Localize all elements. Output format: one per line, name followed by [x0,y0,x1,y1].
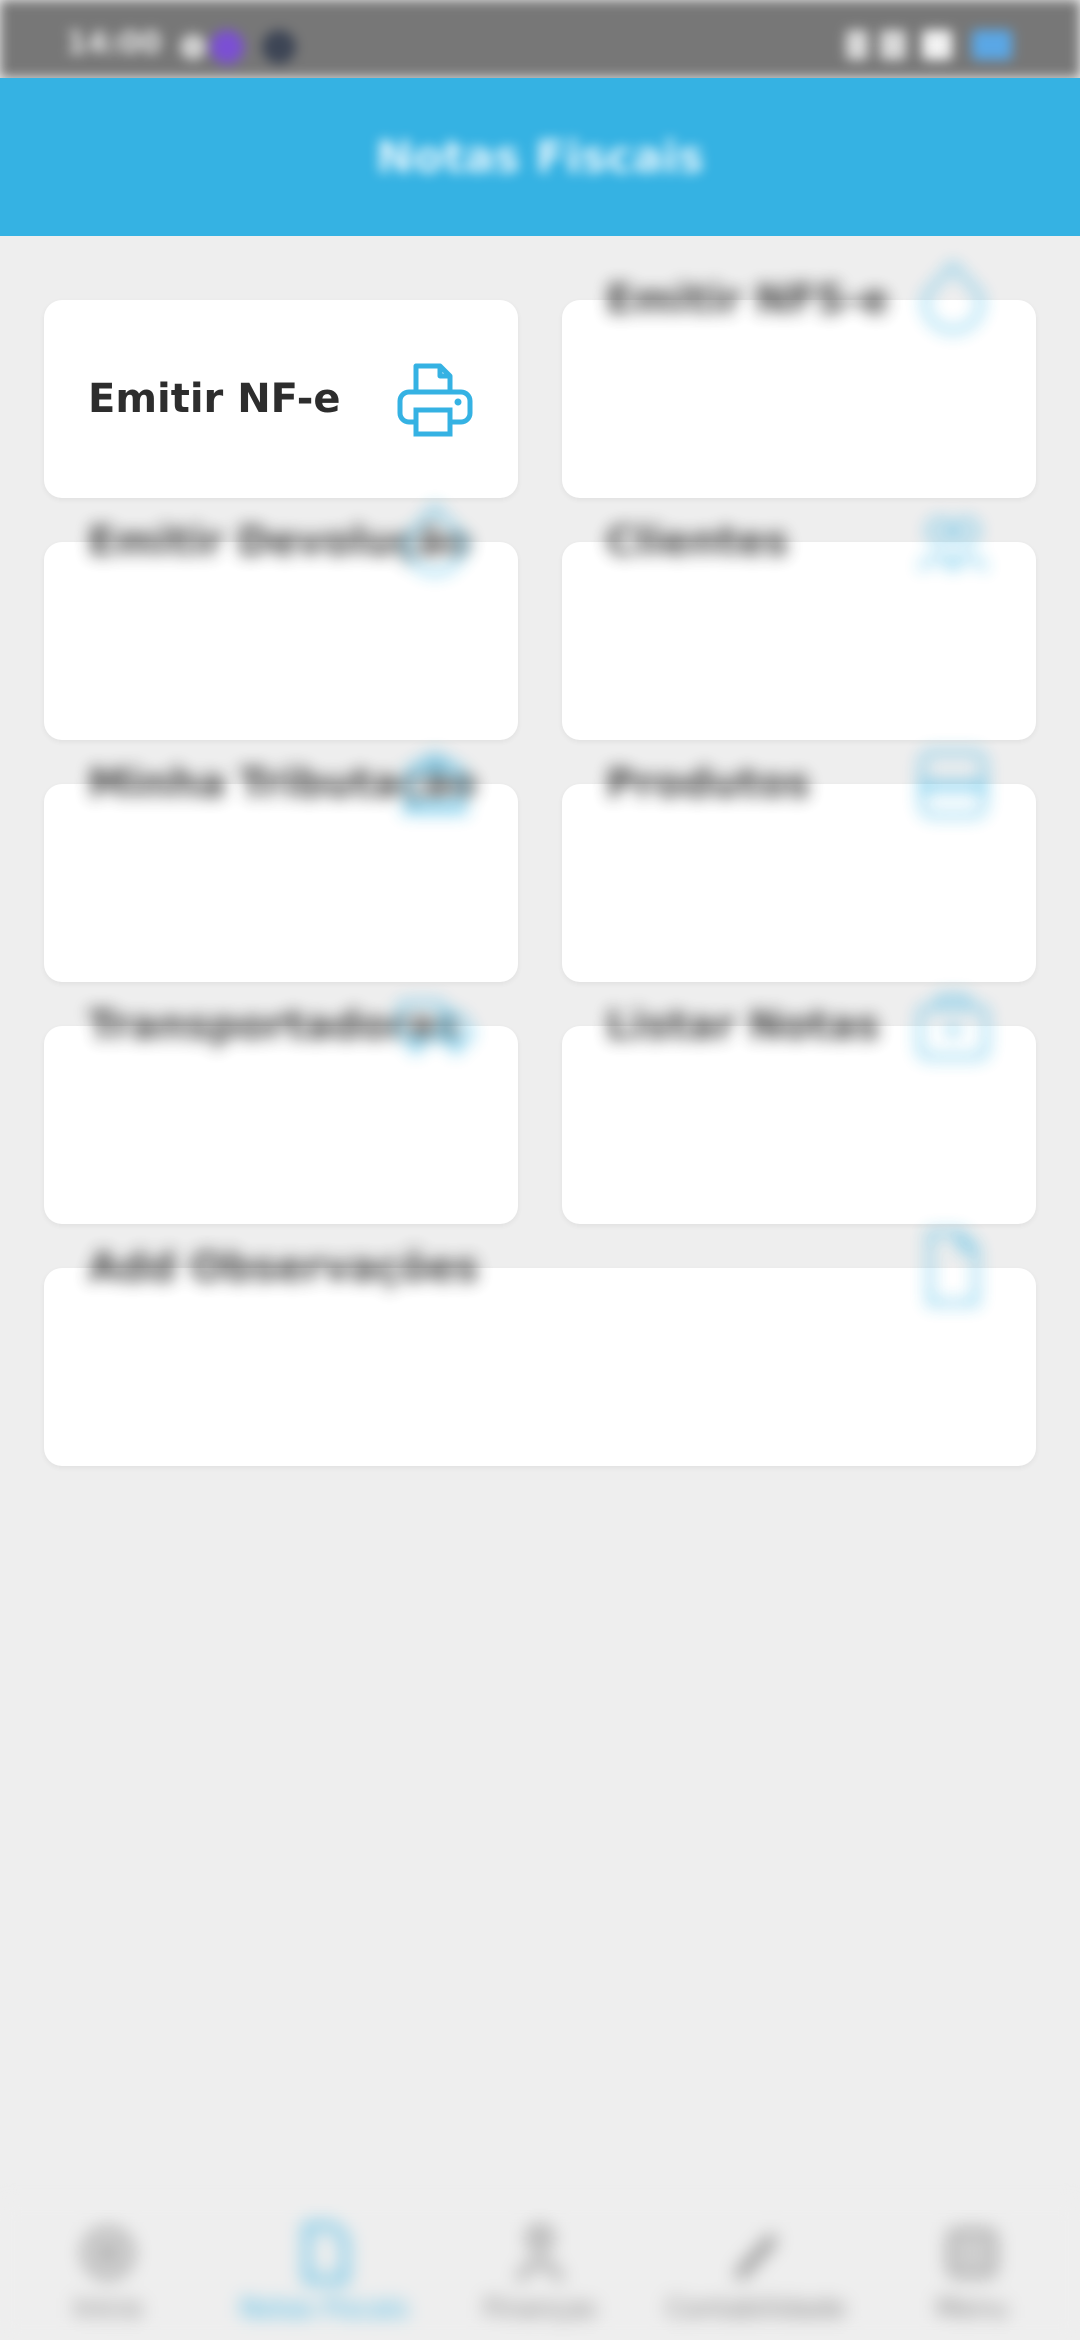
card-label: Emitir NF-e [88,376,341,422]
box-icon [919,750,987,818]
listar-notas-card[interactable]: Listar Notas [562,994,1036,1224]
emitir-nfse-card[interactable]: Emitir NFS-e [562,260,1036,498]
add-observacoes-card[interactable]: Add Observações [44,1230,1036,1466]
nav-label: Contabilidade [666,2294,846,2324]
card-label: Produtos [606,761,811,807]
document-icon [304,2223,348,2283]
person-icon [516,2225,564,2282]
wifi-icon [922,30,952,60]
minha-tributacao-card[interactable]: Minha Tributação [44,751,518,982]
app-notification-icon [210,30,244,64]
nav-label: Notas Fiscais [239,2294,409,2324]
bank-icon [402,751,468,815]
nav-item-financas[interactable]: Finanças [432,2200,648,2340]
card-label: Emitir NFS-e [606,277,889,323]
card-label: Listar Notas [606,1003,880,1049]
card-label: Clientes [606,519,789,565]
emitir-nfe-card[interactable]: Emitir NF-e [44,300,518,498]
file-icon [927,1230,979,1306]
app-notification-icon-2 [262,30,296,64]
transportadoras-card[interactable]: Transportadoras [44,1000,518,1224]
nav-label: Início [73,2294,143,2324]
status-bar: 14:00 [0,0,1080,78]
users-icon [917,517,989,572]
page-title: Notas Fiscais [376,131,704,183]
alarm-icon [846,30,868,60]
home-icon [83,2228,133,2278]
document-icon [922,260,984,334]
nav-item-notas-fiscais[interactable]: Notas Fiscais [216,2200,432,2340]
signal-icon [880,30,906,60]
notification-icon [180,34,206,60]
nav-item-menu[interactable]: Menu [864,2200,1080,2340]
nav-item-inicio[interactable]: Início [0,2200,216,2340]
emitir-devolucao-card[interactable]: Emitir Devolução [44,502,518,740]
card-label: Add Observações [88,1245,479,1291]
clientes-card[interactable]: Clientes [562,517,1036,740]
app-bar: Notas Fiscais [0,78,1080,236]
truck-icon [397,1000,473,1054]
status-time: 14:00 [66,26,162,61]
battery-icon [972,30,1012,60]
bottom-navigation: Início Notas Fiscais Finanças Contabilid… [0,2200,1080,2340]
nav-label: Menu [936,2294,1008,2324]
printer-icon [397,363,473,437]
produtos-card[interactable]: Produtos [562,750,1036,982]
pen-icon [735,2234,777,2280]
menu-icon [948,2229,996,2277]
briefcase-icon [917,994,989,1060]
return-document-icon [404,502,466,576]
nav-label: Finanças [483,2294,597,2324]
nav-item-contabilidade[interactable]: Contabilidade [648,2200,864,2340]
